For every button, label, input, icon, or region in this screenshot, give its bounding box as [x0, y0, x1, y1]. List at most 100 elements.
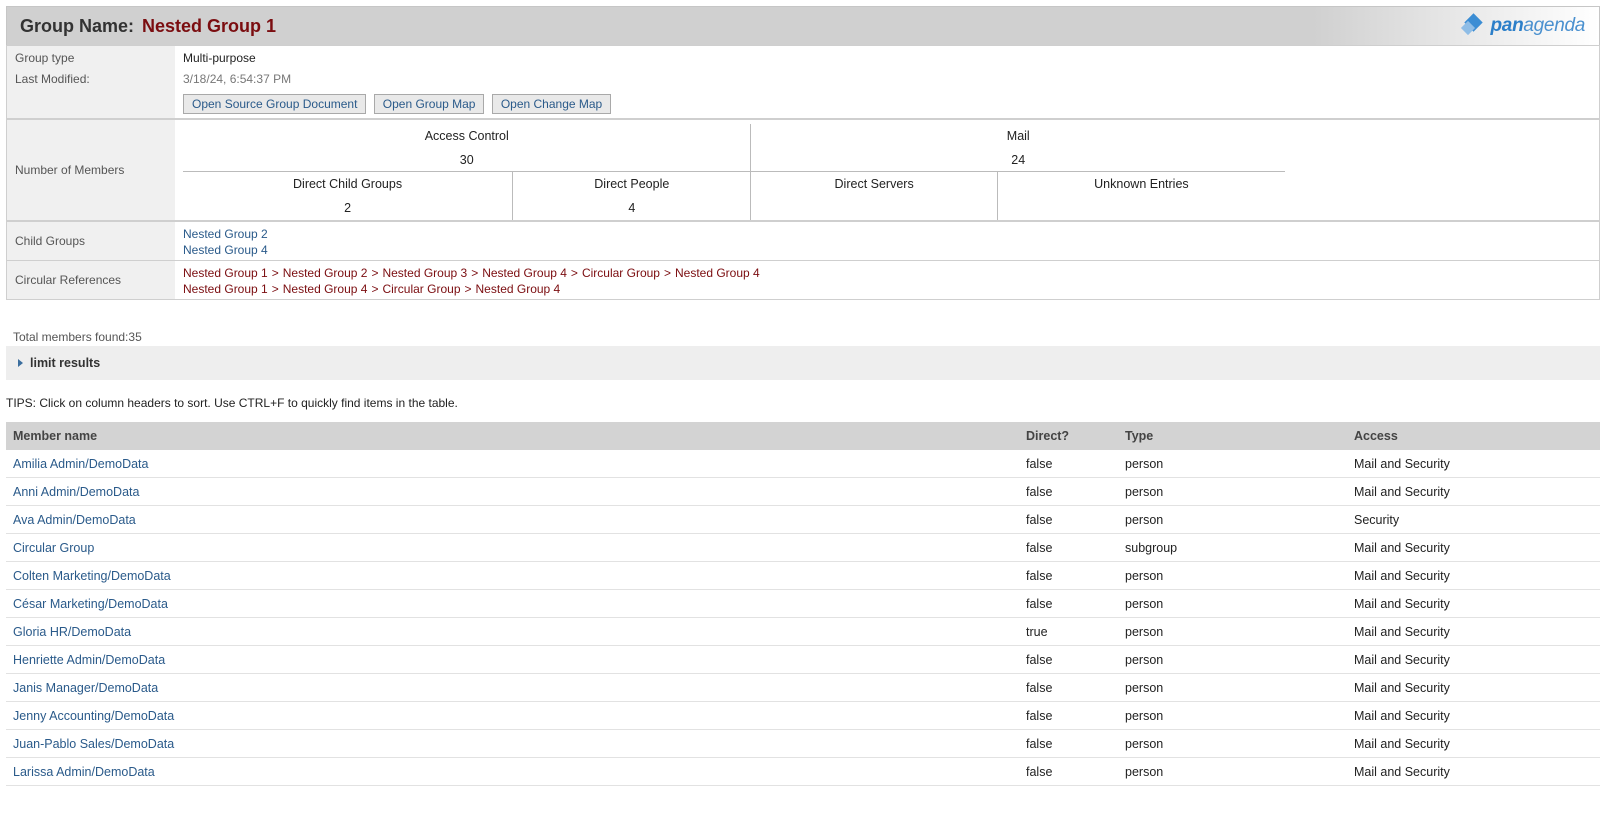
member-link[interactable]: César Marketing/DemoData	[13, 597, 168, 611]
type-cell: person	[1118, 450, 1347, 478]
tips-text: TIPS: Click on column headers to sort. U…	[6, 396, 458, 410]
type-cell: person	[1118, 561, 1347, 590]
direct-cell: false	[1019, 589, 1118, 618]
member-name-cell: Anni Admin/DemoData	[6, 477, 1019, 506]
circular-separator: >	[271, 282, 279, 296]
type-cell: subgroup	[1118, 533, 1347, 562]
circular-reference-link[interactable]: Nested Group 4	[482, 266, 567, 280]
open-change-map-button[interactable]: Open Change Map	[491, 94, 612, 114]
type-cell: person	[1118, 673, 1347, 702]
direct-servers-label: Direct Servers	[751, 172, 998, 196]
direct-servers-value	[751, 196, 998, 220]
direct-people-label: Direct People	[513, 172, 752, 196]
table-row: Circular Group false subgroup Mail and Secu…	[6, 533, 1600, 562]
member-name-cell: Janis Manager/DemoData	[6, 673, 1019, 702]
member-link[interactable]: Juan-Pablo Sales/DemoData	[13, 737, 174, 751]
circular-reference-link[interactable]: Nested Group 4	[283, 282, 368, 296]
unknown-entries-label: Unknown Entries	[1094, 177, 1189, 191]
circular-reference-link[interactable]: Nested Group 1	[183, 266, 268, 280]
circular-separator: >	[570, 266, 578, 280]
open-group-map-button[interactable]: Open Group Map	[373, 94, 485, 114]
member-name-cell: Ava Admin/DemoData	[6, 505, 1019, 534]
circular-separator: >	[464, 282, 472, 296]
action-buttons: Open Source Group Document Open Group Ma…	[175, 92, 1600, 119]
member-link[interactable]: Larissa Admin/DemoData	[13, 765, 155, 779]
access-cell: Mail and Security	[1347, 561, 1600, 590]
circular-reference-link[interactable]: Circular Group	[582, 266, 660, 280]
type-cell: person	[1118, 505, 1347, 534]
expand-triangle-icon	[18, 359, 23, 367]
child-group-link[interactable]: Nested Group 2	[183, 227, 268, 241]
member-link[interactable]: Janis Manager/DemoData	[13, 681, 158, 695]
access-cell: Mail and Security	[1347, 533, 1600, 562]
circular-separator: >	[471, 266, 479, 280]
member-link[interactable]: Jenny Accounting/DemoData	[13, 709, 174, 723]
member-link[interactable]: Colten Marketing/DemoData	[13, 569, 171, 583]
direct-child-groups-label: Direct Child Groups	[183, 172, 514, 196]
member-link[interactable]: Anni Admin/DemoData	[13, 485, 139, 499]
direct-people-value: 4	[513, 196, 752, 220]
circular-reference-path: Nested Group 1 > Nested Group 2 > Nested Gro…	[183, 265, 1599, 281]
circular-reference-link[interactable]: Nested Group 1	[183, 282, 268, 296]
direct-cell: true	[1019, 617, 1118, 646]
column-header-direct[interactable]: Direct?	[1019, 422, 1118, 450]
mail-label: Mail	[1006, 129, 1030, 143]
access-cell: Mail and Security	[1347, 757, 1600, 786]
unknown-entries-value	[998, 196, 1285, 220]
type-cell: person	[1118, 729, 1347, 758]
table-row: Jenny Accounting/DemoData false person Mail…	[6, 701, 1600, 730]
table-row: Colten Marketing/DemoData false person Mail…	[6, 561, 1600, 590]
member-name-cell: Henriette Admin/DemoData	[6, 645, 1019, 674]
access-cell: Mail and Security	[1347, 645, 1600, 674]
member-link[interactable]: Henriette Admin/DemoData	[13, 653, 165, 667]
table-row: Gloria HR/DemoData true person Mail and Sec…	[6, 617, 1600, 646]
column-header-type[interactable]: Type	[1118, 422, 1347, 450]
total-members-found: Total members found:35	[13, 330, 142, 344]
circular-reference-link[interactable]: Nested Group 4	[675, 266, 760, 280]
access-cell: Mail and Security	[1347, 477, 1600, 506]
circular-reference-link[interactable]: Nested Group 3	[382, 266, 467, 280]
table-row: Janis Manager/DemoData false person Mail an…	[6, 673, 1600, 702]
table-row: César Marketing/DemoData false person Mail …	[6, 589, 1600, 618]
direct-cell: false	[1019, 645, 1118, 674]
child-group-link[interactable]: Nested Group 4	[183, 243, 268, 257]
last-modified-value: 3/18/24, 6:54:37 PM	[183, 72, 292, 86]
limit-results-toggle[interactable]: limit results	[6, 346, 1600, 380]
mail-value: 24	[751, 148, 1285, 172]
open-source-group-document-button[interactable]: Open Source Group Document	[183, 94, 367, 114]
type-cell: person	[1118, 477, 1347, 506]
member-name-cell: Juan-Pablo Sales/DemoData	[6, 729, 1019, 758]
type-cell: person	[1118, 701, 1347, 730]
circular-reference-link[interactable]: Nested Group 2	[283, 266, 368, 280]
group-info-table: Group type Multi-purpose Last Modified: …	[6, 45, 1600, 300]
member-name-cell: Amilia Admin/DemoData	[6, 450, 1019, 478]
member-link[interactable]: Ava Admin/DemoData	[13, 513, 136, 527]
logo-text: panagenda	[1490, 15, 1586, 36]
access-cell: Security	[1347, 505, 1600, 534]
circular-separator: >	[371, 282, 379, 296]
group-type-label: Group type	[6, 45, 175, 69]
member-link[interactable]: Amilia Admin/DemoData	[13, 457, 148, 471]
member-link[interactable]: Gloria HR/DemoData	[13, 625, 131, 639]
table-row: Ava Admin/DemoData false person Security	[6, 505, 1600, 534]
column-header-member-name[interactable]: Member name	[6, 422, 1019, 450]
direct-cell: false	[1019, 701, 1118, 730]
direct-cell: false	[1019, 533, 1118, 562]
number-of-members-panel: Access Control Mail 30 24 Direct Child G…	[175, 118, 1600, 221]
member-name-cell: Gloria HR/DemoData	[6, 617, 1019, 646]
member-link[interactable]: Circular Group	[13, 541, 94, 555]
page: Group Name: Nested Group 1 panagenda Gro…	[0, 0, 1606, 786]
limit-results-label: limit results	[30, 356, 101, 370]
type-cell: person	[1118, 645, 1347, 674]
child-groups-list: Nested Group 2 Nested Group 4	[175, 220, 1600, 261]
circular-reference-link[interactable]: Circular Group	[382, 282, 460, 296]
direct-cell: false	[1019, 477, 1118, 506]
member-name-cell: César Marketing/DemoData	[6, 589, 1019, 618]
panagenda-logo-icon	[1460, 13, 1485, 36]
column-header-access[interactable]: Access	[1347, 422, 1600, 450]
table-row: Henriette Admin/DemoData false person Mail …	[6, 645, 1600, 674]
circular-reference-link[interactable]: Nested Group 4	[476, 282, 561, 296]
direct-cell: false	[1019, 757, 1118, 786]
number-of-members-label: Number of Members	[6, 118, 175, 221]
table-row: Amilia Admin/DemoData false person Mail and…	[6, 450, 1600, 478]
